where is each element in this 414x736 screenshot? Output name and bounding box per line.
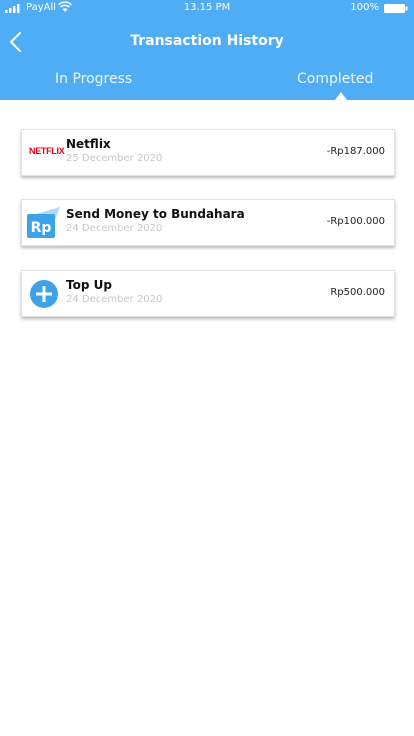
transaction-amount: -Rp187.000	[326, 146, 385, 157]
tab-in-progress[interactable]: In Progress	[55, 71, 132, 87]
status-bar: PayAll 13.15 PM 100%	[0, 0, 414, 17]
transaction-card-send-money[interactable]: Rp Send Money to Bundahara 24 December 2…	[21, 199, 395, 246]
transaction-card-top-up[interactable]: Top Up 24 December 2020 Rp500.000	[21, 270, 395, 317]
plus-circle-icon	[30, 280, 58, 308]
transaction-amount: -Rp100.000	[326, 216, 385, 227]
app-header: PayAll 13.15 PM 100% Transaction History…	[0, 0, 414, 100]
rupiah-logo-text: Rp	[31, 220, 52, 236]
rupiah-transfer-icon: Rp	[27, 207, 60, 238]
tab-completed[interactable]: Completed	[297, 71, 373, 87]
transaction-amount: Rp500.000	[330, 287, 385, 298]
netflix-logo: NETFLIX	[29, 146, 65, 156]
transaction-name: Send Money to Bundahara	[66, 207, 245, 221]
page-title: Transaction History	[130, 33, 284, 49]
transaction-name: Top Up	[66, 278, 112, 292]
transaction-date: 25 December 2020	[66, 153, 163, 164]
transaction-date: 24 December 2020	[66, 294, 163, 305]
transaction-date: 24 December 2020	[66, 223, 163, 234]
battery-icon	[384, 4, 408, 13]
active-tab-indicator	[335, 92, 347, 100]
transaction-card-netflix[interactable]: NETFLIX Netflix 25 December 2020 -Rp187.…	[21, 129, 395, 176]
battery-percentage: 100%	[350, 2, 379, 13]
transaction-name: Netflix	[66, 137, 111, 151]
